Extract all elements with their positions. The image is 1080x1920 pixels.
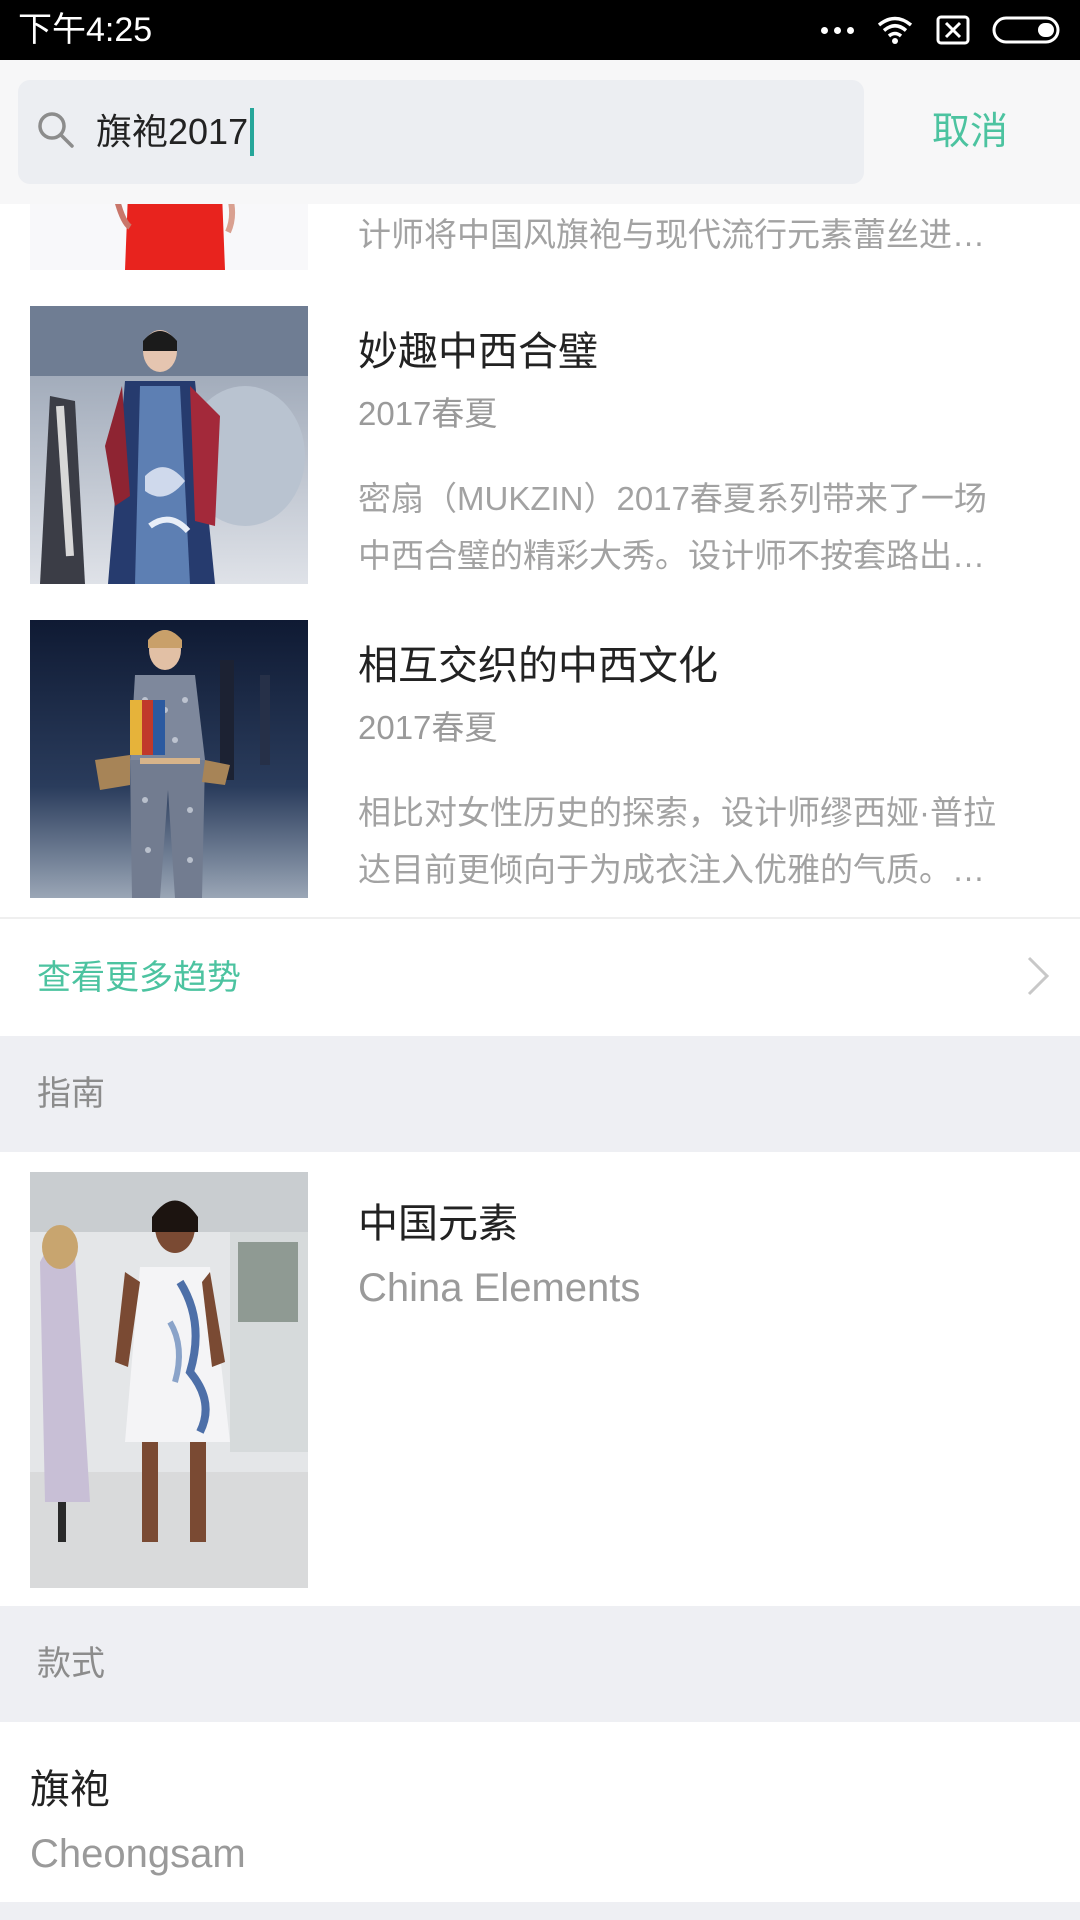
trend-item[interactable]: 相互交织的中西文化 2017春夏 相比对女性历史的探索，设计师缪西娅·普拉 达目… [0, 620, 1080, 898]
guide-thumbnail [30, 1172, 308, 1588]
trend-item[interactable]: 计师将中国风旗袍与现代流行元素蕾丝进… [0, 204, 1080, 270]
section-label: 指南 [37, 1075, 105, 1113]
search-icon [38, 112, 74, 148]
style-item[interactable]: 旗袍 Cheongsam [0, 1722, 1080, 1902]
search-query: 旗袍2017 [96, 111, 249, 152]
trend-description-line: 密扇（MUKZIN）2017春夏系列带来了一场 [358, 480, 987, 517]
trend-season: 2017春夏 [358, 709, 498, 746]
trend-description-line: 达目前更倾向于为成衣注入优雅的气质。… [358, 851, 985, 888]
cancel-button[interactable]: 取消 [932, 106, 1008, 158]
trend-thumbnail [30, 306, 308, 584]
see-more-trends-label: 查看更多趋势 [37, 959, 241, 997]
trend-description: 相比对女性历史的探索，设计师缪西娅·普拉 达目前更倾向于为成衣注入优雅的气质。… [358, 784, 1048, 898]
wifi-icon [877, 16, 913, 44]
guide-subtitle: China Elements [358, 1266, 641, 1310]
chevron-right-icon [1027, 956, 1050, 996]
trend-description-line: 中西合璧的精彩大秀。设计师不按套路出… [358, 537, 985, 574]
search-header: 旗袍2017 取消 [0, 60, 1080, 204]
section-header-guide: 指南 [0, 1036, 1080, 1152]
trend-season: 2017春夏 [358, 395, 498, 432]
style-title: 旗袍 [30, 1768, 110, 1812]
trend-title: 相互交织的中西文化 [358, 644, 718, 688]
divider [0, 917, 1080, 919]
status-bar: 下午4:25 [0, 0, 1080, 60]
search-input[interactable]: 旗袍2017 [18, 80, 864, 184]
status-time: 下午4:25 [18, 11, 153, 49]
battery-icon [992, 16, 1060, 44]
section-bottom-band [0, 1902, 1080, 1920]
trend-description: 密扇（MUKZIN）2017春夏系列带来了一场 中西合璧的精彩大秀。设计师不按套… [358, 470, 1048, 584]
trend-thumbnail [30, 204, 308, 270]
section-label: 款式 [37, 1645, 105, 1683]
trend-title: 妙趣中西合璧 [358, 330, 598, 374]
style-subtitle: Cheongsam [30, 1832, 246, 1876]
trend-item[interactable]: 妙趣中西合璧 2017春夏 密扇（MUKZIN）2017春夏系列带来了一场 中西… [0, 306, 1080, 584]
guide-item[interactable]: 中国元素 China Elements [0, 1152, 1080, 1588]
trend-thumbnail [30, 620, 308, 898]
guide-title: 中国元素 [358, 1202, 518, 1246]
see-more-trends-button[interactable]: 查看更多趋势 [0, 920, 1080, 1036]
trend-description: 计师将中国风旗袍与现代流行元素蕾丝进… [358, 216, 985, 253]
more-dots-icon [821, 26, 854, 34]
search-results[interactable]: 计师将中国风旗袍与现代流行元素蕾丝进… 妙趣中西合璧 2017春夏 密扇（MUK… [0, 204, 1080, 1920]
no-sim-icon [936, 15, 970, 45]
trend-description-line: 相比对女性历史的探索，设计师缪西娅·普拉 [358, 794, 996, 831]
text-caret [250, 108, 255, 156]
section-header-style: 款式 [0, 1606, 1080, 1722]
